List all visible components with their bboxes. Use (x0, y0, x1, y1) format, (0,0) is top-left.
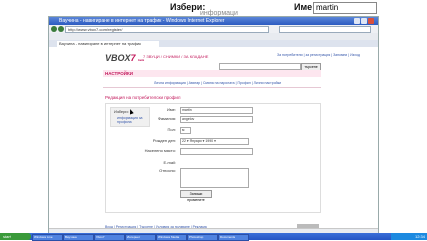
close-icon[interactable] (368, 18, 374, 24)
save-button[interactable]: Запиши промените (180, 190, 212, 202)
birth-select[interactable]: 22 ▾ Януари ▾ 1990 ▾ (180, 138, 249, 145)
logo-text: VBOX (105, 53, 131, 63)
name-input[interactable]: martin (313, 2, 377, 14)
url-field[interactable]: http://www.vbox7.com/register/ (65, 26, 269, 33)
family-field[interactable]: angelov (180, 116, 253, 123)
ime-label: Име (294, 2, 313, 12)
address-bar: http://www.vbox7.com/register/ (49, 25, 378, 33)
about-label: Относно: (159, 168, 176, 173)
about-textarea[interactable] (180, 168, 249, 188)
email-label: E-mail: (163, 160, 176, 165)
browser-window: Ваучина - навигиране в интернет на трафи… (48, 16, 379, 235)
browser-search-field[interactable] (279, 26, 371, 33)
top-links[interactable]: 7 ЗВУЦИ / СНИМКИ / ЗА КЛАДАНЕ (143, 54, 208, 59)
section-heading: НАСТРОЙКИ (105, 71, 133, 76)
user-links[interactable]: За потребители | за регистрация | Запомн… (277, 53, 360, 57)
menu-bar (49, 33, 378, 40)
page-content: VBOX7 beta 7 ЗВУЦИ / СНИМКИ / ЗА КЛАДАНЕ… (49, 47, 378, 234)
page-title: Редакция на потребителски профил (105, 95, 181, 100)
sex-select[interactable]: м (180, 127, 191, 134)
family-label: Фамилия: (157, 116, 176, 121)
logo-seven: 7 (130, 53, 136, 63)
divider (103, 87, 321, 88)
taskbar: start Windows Live Ваучина Vbox7 Интернет Wi… (0, 233, 427, 241)
name-label: Име: (167, 107, 176, 112)
city-field[interactable] (180, 148, 253, 155)
profile-form-panel: Избери: информация за профила Име: marti… (105, 103, 321, 213)
maximize-icon[interactable] (361, 18, 367, 24)
section-strip: НАСТРОЙКИ (103, 70, 321, 77)
forward-icon[interactable] (58, 26, 64, 32)
window-title: Ваучина - навигиране в интернет на трафи… (59, 18, 225, 24)
minimize-icon[interactable] (354, 18, 360, 24)
site-logo[interactable]: VBOX7 beta (105, 53, 144, 63)
sex-label: Пол: (167, 127, 176, 132)
settings-subnav[interactable]: Лична информация | Аватар | Смяна на пар… (154, 81, 281, 85)
birth-label: Рожден ден: (152, 138, 176, 143)
city-label: Населено място: (144, 148, 176, 153)
tab-strip: Ваучина - навигиране в интернет на трафи… (49, 40, 378, 47)
back-icon[interactable] (51, 26, 57, 32)
clock: 12:34 (391, 233, 427, 240)
start-button[interactable]: start (0, 233, 31, 240)
site-search-input[interactable] (219, 63, 301, 70)
title-bar: Ваучина - навигиране в интернет на трафи… (49, 17, 378, 25)
name-field[interactable]: martin (180, 107, 253, 114)
overlay-top-bar: Избери: информаци Име martin (0, 0, 427, 17)
